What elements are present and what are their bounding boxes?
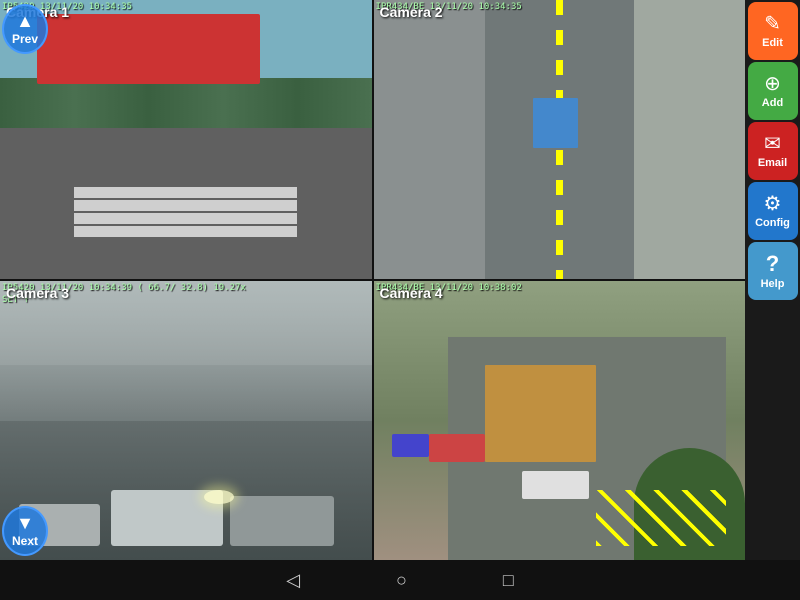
camera-4-label: Camera 4: [380, 285, 443, 301]
cam1-stripe: [74, 213, 297, 224]
cam1-truck: [37, 14, 260, 84]
camera-cell-2[interactable]: IPR434/BE 13/11/20 10:34:35 Camera 2: [374, 0, 746, 279]
android-home-button[interactable]: ○: [388, 566, 415, 595]
cam1-stripe: [74, 187, 297, 198]
help-button[interactable]: ? Help: [748, 242, 798, 300]
sidebar: ✎ Edit ⊕ Add ✉ Email ⚙ Config ? Help: [745, 0, 800, 560]
android-navbar: ◁ ○ □: [0, 560, 800, 600]
camera-cell-4[interactable]: IPR434/BE 13/11/20 10:38:02 Camera 4: [374, 281, 746, 560]
camera-cell-3[interactable]: IP5420 13/11/20 10:34:39 ( 66.7/ 32.8) 1…: [0, 281, 372, 560]
camera-2-feed: [374, 0, 746, 279]
help-label: Help: [761, 278, 785, 290]
camera-grid-wrapper: ▲ Prev ▼ Next: [0, 0, 745, 560]
cam1-crosswalk: [74, 187, 297, 237]
cam1-stripe: [74, 200, 297, 211]
edit-icon: ✎: [764, 14, 781, 34]
camera-3-label: Camera 3: [6, 285, 69, 301]
email-icon: ✉: [764, 134, 781, 154]
add-icon: ⊕: [764, 74, 781, 94]
next-label: Next: [12, 534, 38, 548]
config-icon: ⚙: [764, 194, 782, 214]
cam2-building-left: [374, 0, 485, 279]
android-back-button[interactable]: ◁: [278, 566, 308, 595]
camera-2-label: Camera 2: [380, 4, 443, 20]
cam1-trees: [0, 78, 372, 128]
camera-grid: IP5420 13/11/20 10:34:35 Camera 1 IPR434…: [0, 0, 745, 560]
add-label: Add: [762, 97, 783, 109]
camera-1-feed: [0, 0, 372, 279]
next-button[interactable]: ▼ Next: [2, 506, 48, 556]
help-icon: ?: [766, 253, 779, 275]
cam4-building: [485, 365, 596, 463]
email-button[interactable]: ✉ Email: [748, 122, 798, 180]
cam4-car2: [392, 434, 429, 456]
add-button[interactable]: ⊕ Add: [748, 62, 798, 120]
cam2-truck: [533, 98, 578, 148]
cam2-building-right: [634, 0, 745, 279]
cam3-car3: [230, 496, 334, 546]
cam4-stripe: [596, 490, 726, 546]
cam4-car1: [429, 434, 485, 462]
cam4-van: [522, 471, 589, 499]
camera-cell-1[interactable]: IP5420 13/11/20 10:34:35 Camera 1: [0, 0, 372, 279]
email-label: Email: [758, 157, 787, 169]
prev-icon: ▲: [16, 12, 34, 30]
config-button[interactable]: ⚙ Config: [748, 182, 798, 240]
main-area: ▲ Prev ▼ Next: [0, 0, 800, 560]
camera-4-feed: [374, 281, 746, 560]
android-recents-button[interactable]: □: [495, 566, 522, 595]
edit-label: Edit: [762, 37, 783, 49]
cam1-stripe: [74, 226, 297, 237]
config-label: Config: [755, 217, 790, 229]
prev-label: Prev: [12, 32, 38, 46]
camera-3-feed: [0, 281, 372, 560]
next-icon: ▼: [16, 514, 34, 532]
prev-button[interactable]: ▲ Prev: [2, 4, 48, 54]
edit-button[interactable]: ✎ Edit: [748, 2, 798, 60]
